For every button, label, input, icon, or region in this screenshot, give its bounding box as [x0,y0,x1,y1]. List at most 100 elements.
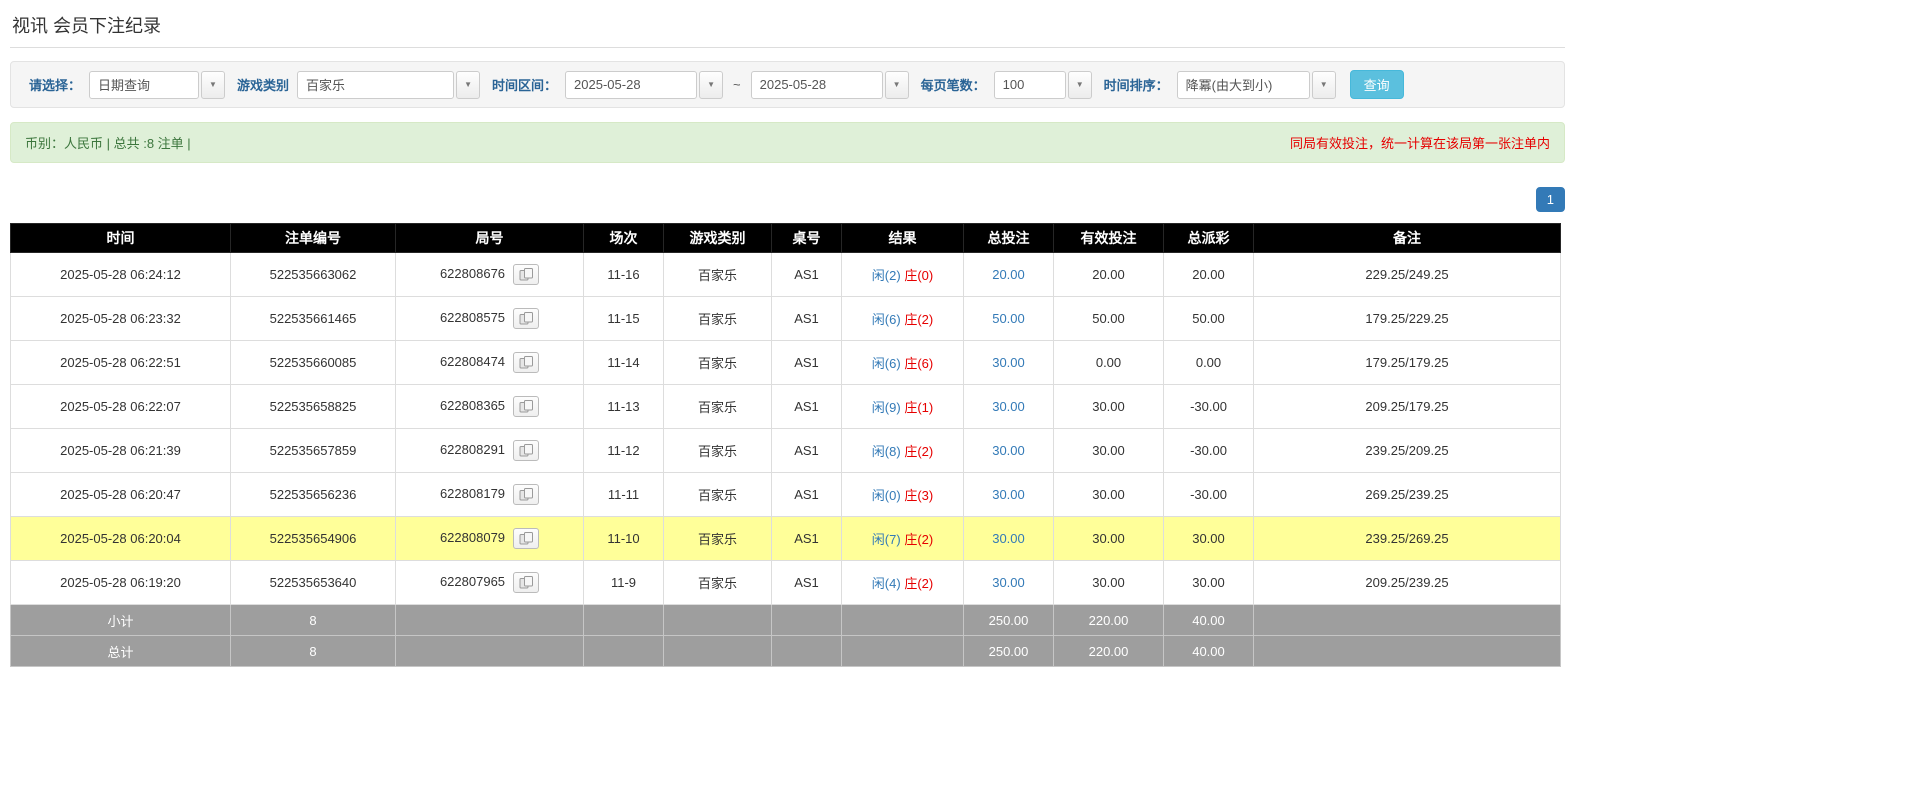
table-row[interactable]: 2025-05-28 06:20:47 522535656236 6228081… [11,473,1561,517]
cell-empty [396,636,584,667]
cell-total-bet: 50.00 [964,297,1054,341]
table-row[interactable]: 2025-05-28 06:21:39 522535657859 6228082… [11,429,1561,473]
table-row[interactable]: 2025-05-28 06:22:07 522535658825 6228083… [11,385,1561,429]
table-row[interactable]: 2025-05-28 06:19:20 522535653640 6228079… [11,561,1561,605]
table-row[interactable]: 2025-05-28 06:23:32 522535661465 6228085… [11,297,1561,341]
result-banker: 庄(0) [904,268,933,283]
cards-icon [519,356,534,369]
cell-session: 11-13 [584,385,664,429]
game-type-input[interactable] [297,71,454,99]
total-bet-link[interactable]: 30.00 [992,355,1025,370]
round-id-text: 622808179 [440,486,505,501]
cell-payout: -30.00 [1164,429,1254,473]
page-size-input[interactable] [994,71,1066,99]
cell-session: 11-11 [584,473,664,517]
header-time: 时间 [11,224,231,253]
total-bet-link[interactable]: 30.00 [992,575,1025,590]
cell-session: 11-15 [584,297,664,341]
cell-time: 2025-05-28 06:22:07 [11,385,231,429]
header-round-id: 局号 [396,224,584,253]
view-result-cards-icon[interactable] [513,396,539,417]
round-id-text: 622808079 [440,530,505,545]
subtotal-count: 8 [231,605,396,636]
page-title: 视讯 会员下注纪录 [10,0,1565,48]
view-result-cards-icon[interactable] [513,352,539,373]
cell-remark: 179.25/229.25 [1254,297,1561,341]
date-range-label: 时间区间： [492,75,557,94]
page-button-1[interactable]: 1 [1536,187,1565,212]
cell-total-bet: 30.00 [964,517,1054,561]
subtotal-total-bet: 250.00 [964,605,1054,636]
cell-session: 11-16 [584,253,664,297]
subtotal-valid-bet: 220.00 [1054,605,1164,636]
cell-total-bet: 30.00 [964,341,1054,385]
cell-table-no: AS1 [772,385,842,429]
grand-total-count: 8 [231,636,396,667]
cell-payout: -30.00 [1164,385,1254,429]
sort-combobox: ▼ [1177,71,1336,99]
total-bet-link[interactable]: 30.00 [992,399,1025,414]
result-banker: 庄(2) [904,532,933,547]
round-id-text: 622808365 [440,398,505,413]
total-bet-link[interactable]: 30.00 [992,487,1025,502]
pagination: 1 [10,187,1565,212]
query-type-input[interactable] [89,71,199,99]
sort-input[interactable] [1177,71,1310,99]
cell-valid-bet: 20.00 [1054,253,1164,297]
round-id-text: 622808474 [440,354,505,369]
game-type-dropdown-button[interactable]: ▼ [456,71,480,99]
view-result-cards-icon[interactable] [513,528,539,549]
game-type-label: 游戏类别 [237,75,289,94]
result-player: 闲(6) [872,312,901,327]
search-button[interactable]: 查询 [1350,70,1404,99]
cell-round-id: 622808575 [396,297,584,341]
cell-empty [772,636,842,667]
cell-bet-id: 522535657859 [231,429,396,473]
cell-bet-id: 522535660085 [231,341,396,385]
cell-time: 2025-05-28 06:20:04 [11,517,231,561]
view-result-cards-icon[interactable] [513,572,539,593]
cell-session: 11-14 [584,341,664,385]
round-id-text: 622808291 [440,442,505,457]
cell-result: 闲(6) 庄(6) [842,341,964,385]
view-result-cards-icon[interactable] [513,308,539,329]
date-from-input[interactable] [565,71,697,99]
view-result-cards-icon[interactable] [513,440,539,461]
cell-table-no: AS1 [772,253,842,297]
cards-icon [519,532,534,545]
table-footer: 小计 8 250.00 220.00 40.00 总计 8 2 [11,605,1561,667]
cell-round-id: 622808079 [396,517,584,561]
cell-total-bet: 30.00 [964,473,1054,517]
cell-game-type: 百家乐 [664,253,772,297]
cell-remark: 209.25/179.25 [1254,385,1561,429]
header-bet-id: 注单编号 [231,224,396,253]
cell-result: 闲(9) 庄(1) [842,385,964,429]
view-result-cards-icon[interactable] [513,264,539,285]
total-bet-link[interactable]: 20.00 [992,267,1025,282]
page-size-dropdown-button[interactable]: ▼ [1068,71,1092,99]
chevron-down-icon: ▼ [464,81,472,89]
table-row[interactable]: 2025-05-28 06:20:04 522535654906 6228080… [11,517,1561,561]
cards-icon [519,576,534,589]
total-bet-link[interactable]: 30.00 [992,443,1025,458]
total-bet-link[interactable]: 50.00 [992,311,1025,326]
grand-total-total-bet: 250.00 [964,636,1054,667]
total-bet-link[interactable]: 30.00 [992,531,1025,546]
date-to-input[interactable] [751,71,883,99]
query-type-dropdown-button[interactable]: ▼ [201,71,225,99]
cell-empty [842,605,964,636]
notice-text: 同局有效投注，统一计算在该局第一张注单内 [1290,133,1550,152]
cell-time: 2025-05-28 06:21:39 [11,429,231,473]
table-row[interactable]: 2025-05-28 06:24:12 522535663062 6228086… [11,253,1561,297]
table-row[interactable]: 2025-05-28 06:22:51 522535660085 6228084… [11,341,1561,385]
sort-dropdown-button[interactable]: ▼ [1312,71,1336,99]
date-range-separator: ~ [731,77,743,92]
date-to-dropdown-button[interactable]: ▼ [885,71,909,99]
view-result-cards-icon[interactable] [513,484,539,505]
cell-round-id: 622808291 [396,429,584,473]
chevron-down-icon: ▼ [1076,81,1084,89]
date-from-dropdown-button[interactable]: ▼ [699,71,723,99]
cell-table-no: AS1 [772,473,842,517]
chevron-down-icon: ▼ [209,81,217,89]
cell-remark: 209.25/239.25 [1254,561,1561,605]
